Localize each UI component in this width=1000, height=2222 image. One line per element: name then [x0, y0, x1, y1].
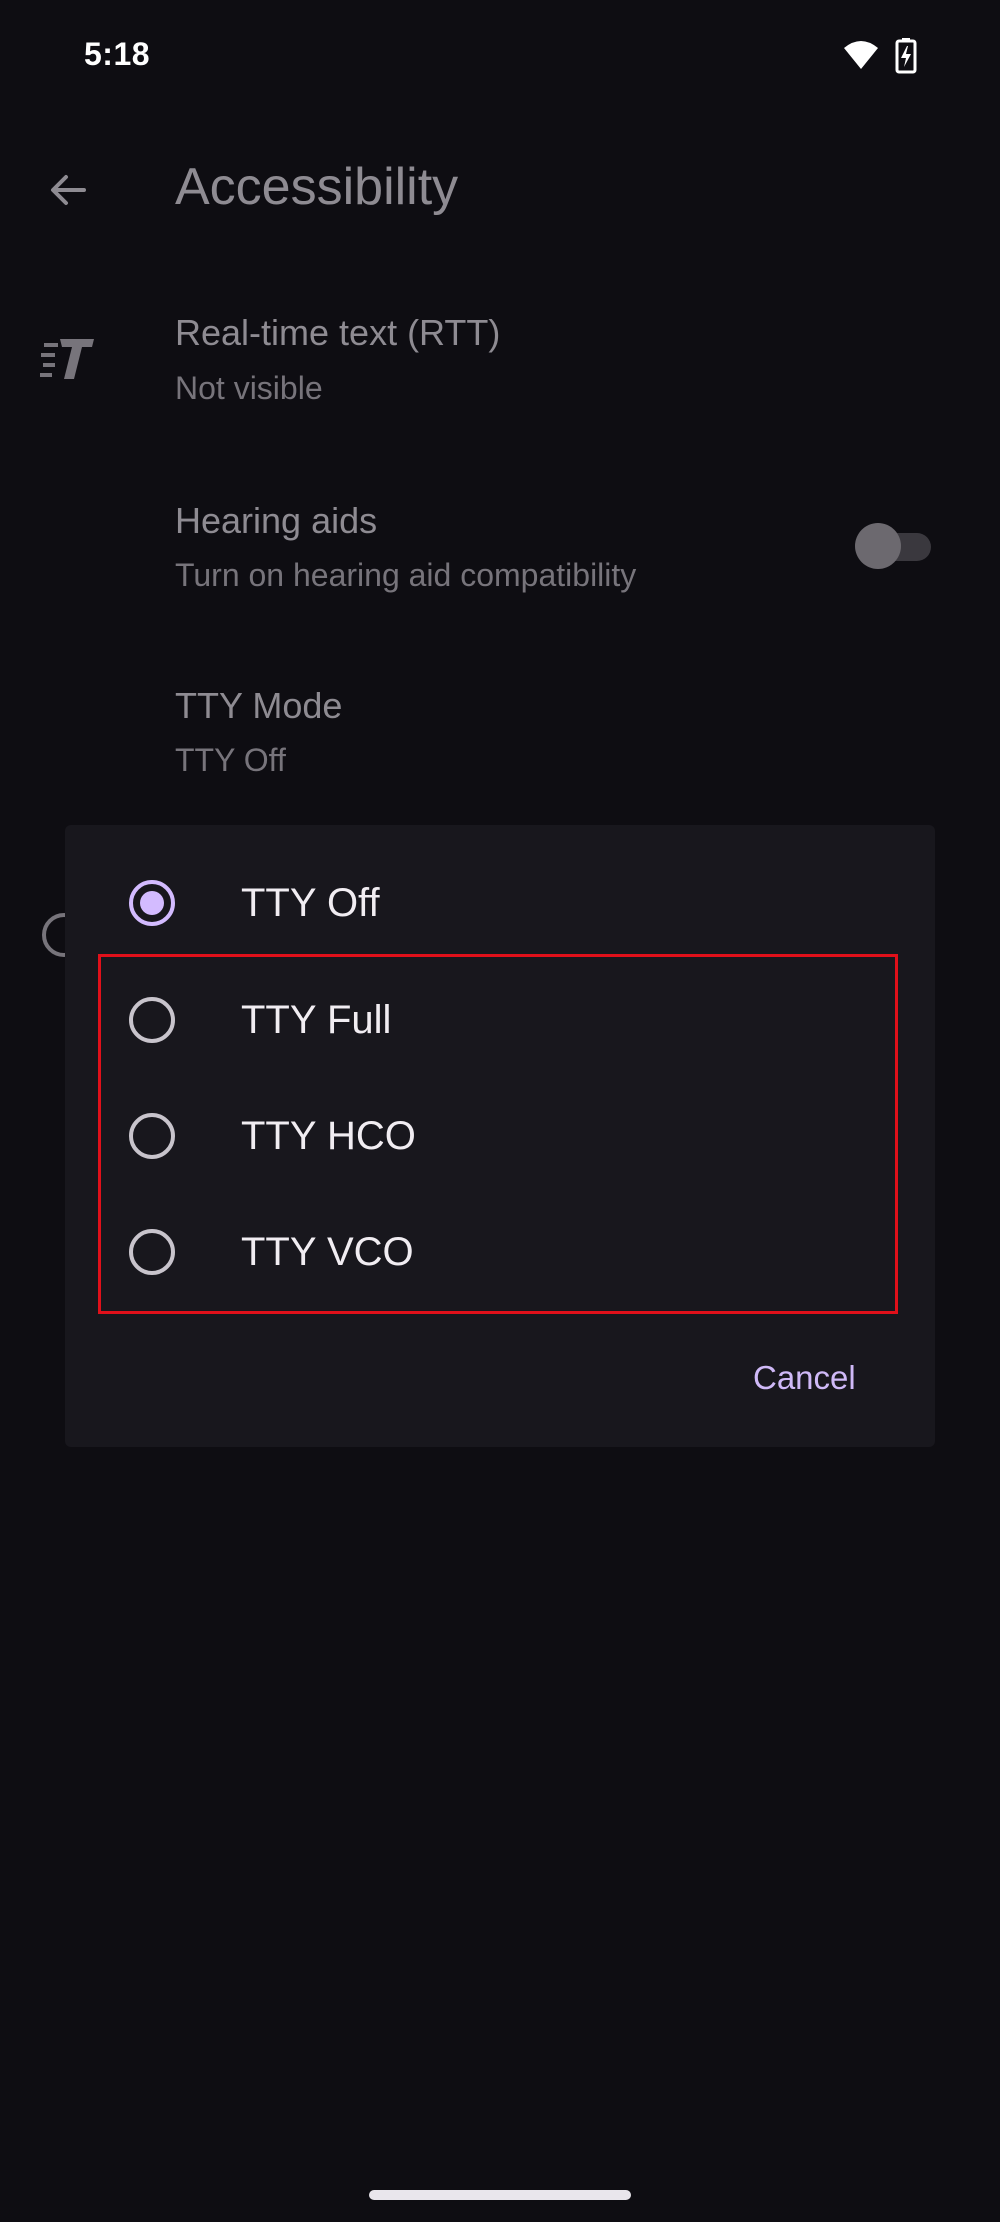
page-title: Accessibility — [175, 158, 459, 216]
rtt-title: Real-time text (RTT) — [175, 312, 501, 353]
gesture-nav-handle[interactable] — [369, 2190, 631, 2200]
toggle-thumb — [855, 523, 901, 569]
radio-selected-icon[interactable] — [129, 880, 175, 926]
hearing-aids-title: Hearing aids — [175, 500, 378, 541]
battery-charging-icon — [895, 38, 917, 74]
hearing-aids-toggle[interactable] — [855, 523, 935, 569]
rtt-icon — [40, 339, 94, 379]
option-label: TTY Off — [241, 881, 380, 925]
status-bar: 5:18 — [0, 0, 1000, 110]
tty-mode-title: TTY Mode — [175, 685, 343, 726]
status-time: 5:18 — [84, 36, 151, 72]
rtt-subtitle: Not visible — [175, 370, 323, 406]
tty-mode-subtitle: TTY Off — [175, 742, 286, 778]
back-arrow-icon[interactable] — [42, 164, 94, 216]
cancel-button[interactable]: Cancel — [745, 1355, 864, 1401]
option-tty-off[interactable]: TTY Off — [65, 845, 935, 961]
highlight-box — [98, 954, 898, 1314]
hearing-aids-subtitle: Turn on hearing aid compatibility — [175, 557, 637, 593]
wifi-icon — [844, 41, 878, 69]
